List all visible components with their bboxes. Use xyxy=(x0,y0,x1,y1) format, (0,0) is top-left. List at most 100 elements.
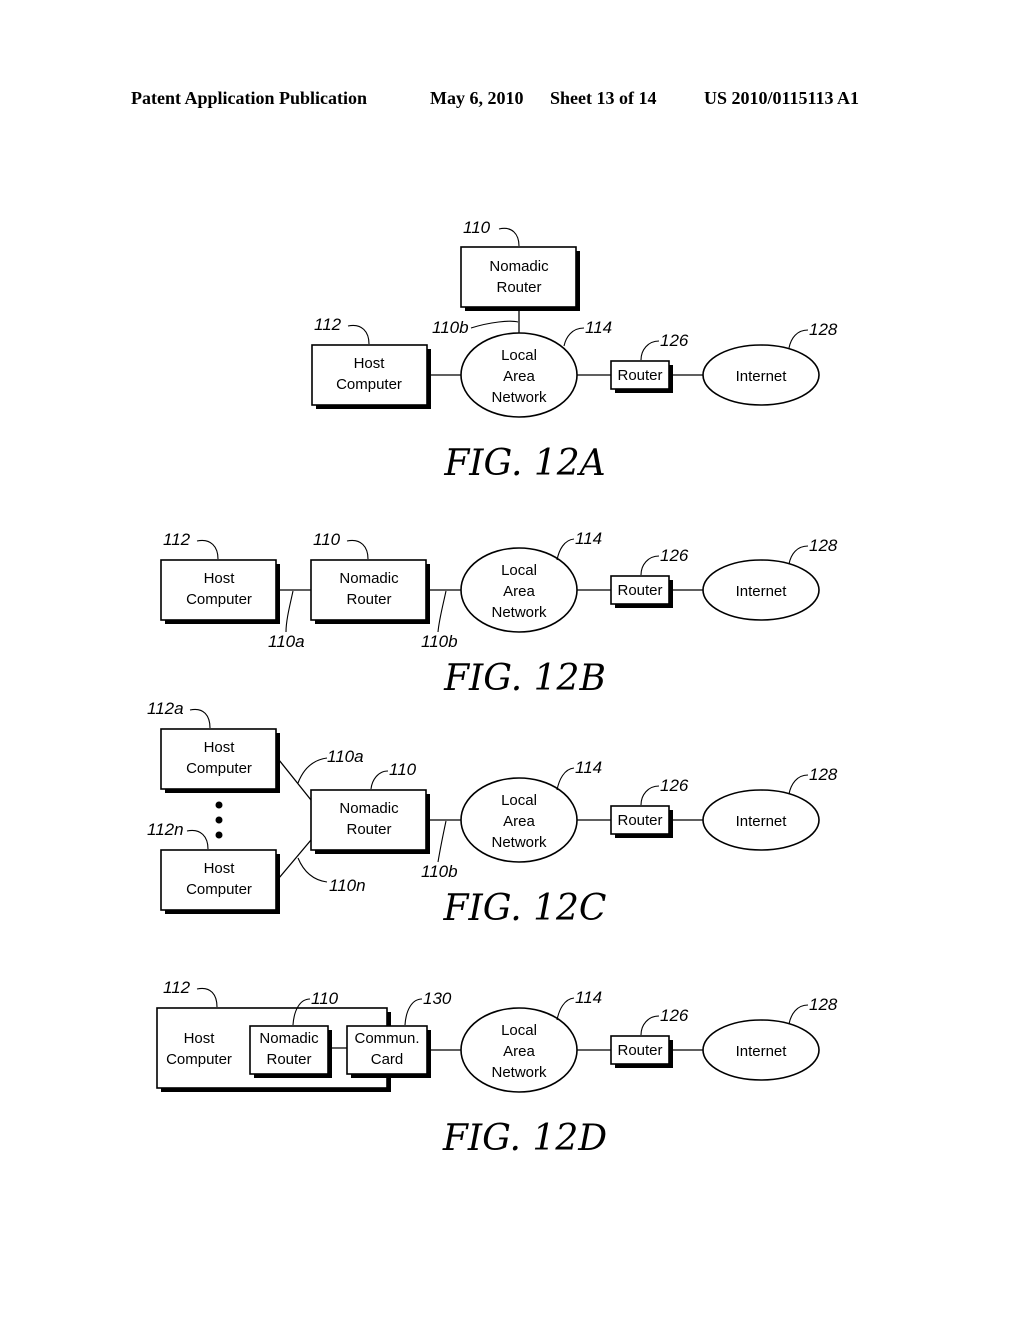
ref-126: 126 xyxy=(660,546,689,565)
lan-label: Area xyxy=(503,813,535,830)
ref-114: 114 xyxy=(575,988,602,1007)
internet-label: Internet xyxy=(736,368,788,385)
figure-12d: Host Computer 112 Nomadic Router 110 Com… xyxy=(156,978,838,1159)
nomadic-router-label: Router xyxy=(346,591,391,608)
leader-126 xyxy=(640,785,660,806)
internet-label: Internet xyxy=(736,1043,788,1060)
leader-110 xyxy=(370,770,389,790)
nomadic-router-box: Nomadic Router xyxy=(249,1025,332,1078)
ref-112: 112 xyxy=(163,978,191,997)
host-computer-box: Host Computer xyxy=(311,344,431,409)
leader-110b xyxy=(470,320,519,329)
internet-ellipse: Internet xyxy=(702,344,820,406)
ref-112n: 112n xyxy=(147,820,184,839)
lan-label: Network xyxy=(491,834,547,851)
nomadic-router-box: Nomadic Router xyxy=(310,559,430,624)
router-label: Router xyxy=(617,367,662,384)
host-computer-n-box: Host Computer xyxy=(160,849,280,914)
leader-114 xyxy=(556,538,575,561)
link-host-n-nomadic-router xyxy=(278,839,312,879)
leader-112n xyxy=(186,829,209,850)
leader-110a xyxy=(297,757,328,784)
nomadic-router-label: Router xyxy=(266,1051,311,1068)
ref-126: 126 xyxy=(660,331,689,350)
ref-112a: 112a xyxy=(147,699,184,718)
leader-110a xyxy=(285,590,294,633)
ref-112: 112 xyxy=(314,315,342,334)
router-box: Router xyxy=(610,805,673,838)
leader-126 xyxy=(640,555,660,576)
router-label: Router xyxy=(617,812,662,829)
comm-card-label: Commun. xyxy=(354,1030,419,1047)
lan-ellipse: Local Area Network xyxy=(460,547,578,633)
figure-caption: FIG. 12D xyxy=(442,1118,607,1159)
lan-label: Area xyxy=(503,583,535,600)
nomadic-router-box: Nomadic Router xyxy=(460,246,580,311)
ref-128: 128 xyxy=(809,765,838,784)
ref-110: 110 xyxy=(389,760,417,779)
lan-ellipse: Local Area Network xyxy=(460,777,578,863)
router-box: Router xyxy=(610,575,673,608)
ref-114: 114 xyxy=(575,529,602,548)
leader-128 xyxy=(788,1004,809,1025)
host-computer-label: Host xyxy=(204,570,236,587)
router-box: Router xyxy=(610,360,673,393)
router-label: Router xyxy=(617,582,662,599)
figure-caption: FIG. 12A xyxy=(443,443,605,484)
host-computer-label: Computer xyxy=(166,1051,232,1068)
leader-112 xyxy=(347,324,370,345)
ref-110a: 110a xyxy=(327,747,364,766)
nomadic-router-box: Nomadic Router xyxy=(310,789,430,854)
lan-label: Local xyxy=(501,347,537,364)
leader-114 xyxy=(563,327,585,347)
ref-110b: 110b xyxy=(421,632,458,651)
internet-ellipse: Internet xyxy=(702,1019,820,1081)
host-computer-label: Computer xyxy=(186,881,252,898)
lan-label: Network xyxy=(491,604,547,621)
ref-114: 114 xyxy=(575,758,602,777)
ref-110: 110 xyxy=(463,218,491,237)
comm-card-label: Card xyxy=(371,1051,404,1068)
leader-130 xyxy=(404,998,423,1026)
host-computer-label: Host xyxy=(204,739,236,756)
host-computer-label: Computer xyxy=(336,376,402,393)
ref-128: 128 xyxy=(809,995,838,1014)
lan-label: Local xyxy=(501,1022,537,1039)
host-computer-label: Computer xyxy=(186,760,252,777)
leader-128 xyxy=(788,329,809,349)
figure-12a: Nomadic Router 110 Host Computer 112 110… xyxy=(311,218,838,484)
leader-110 xyxy=(498,227,520,247)
ellipsis-dots xyxy=(215,801,223,839)
leader-110b xyxy=(437,590,447,633)
leader-112a xyxy=(189,708,211,729)
lan-ellipse: Local Area Network xyxy=(460,332,578,418)
ref-114: 114 xyxy=(585,318,612,337)
leader-110n xyxy=(297,857,328,883)
leader-126 xyxy=(640,1015,660,1036)
figure-12b: Host Computer 112 Nomadic Router 110 110… xyxy=(160,529,838,699)
nomadic-router-label: Nomadic xyxy=(339,570,399,587)
host-computer-label: Host xyxy=(184,1030,216,1047)
figure-caption: FIG. 12B xyxy=(443,658,606,699)
nomadic-router-label: Nomadic xyxy=(339,800,399,817)
leader-114 xyxy=(556,997,575,1021)
leader-128 xyxy=(788,545,809,565)
leader-112 xyxy=(196,987,218,1008)
internet-ellipse: Internet xyxy=(702,789,820,851)
router-box: Router xyxy=(610,1035,673,1068)
ref-128: 128 xyxy=(809,320,838,339)
host-computer-label: Host xyxy=(204,860,236,877)
lan-label: Network xyxy=(491,1064,547,1081)
leader-114 xyxy=(556,767,575,791)
leader-110b xyxy=(437,820,447,863)
ref-110n: 110n xyxy=(329,876,366,895)
lan-label: Local xyxy=(501,792,537,809)
ref-128: 128 xyxy=(809,536,838,555)
host-computer-box: Host Computer xyxy=(160,559,280,624)
leader-110 xyxy=(346,539,369,560)
lan-label: Network xyxy=(491,389,547,406)
figure-12c: Host Computer 112a Host Computer 112n 11… xyxy=(147,699,838,929)
host-computer-a-box: Host Computer xyxy=(160,728,280,793)
ref-110b: 110b xyxy=(421,862,458,881)
lan-label: Area xyxy=(503,368,535,385)
